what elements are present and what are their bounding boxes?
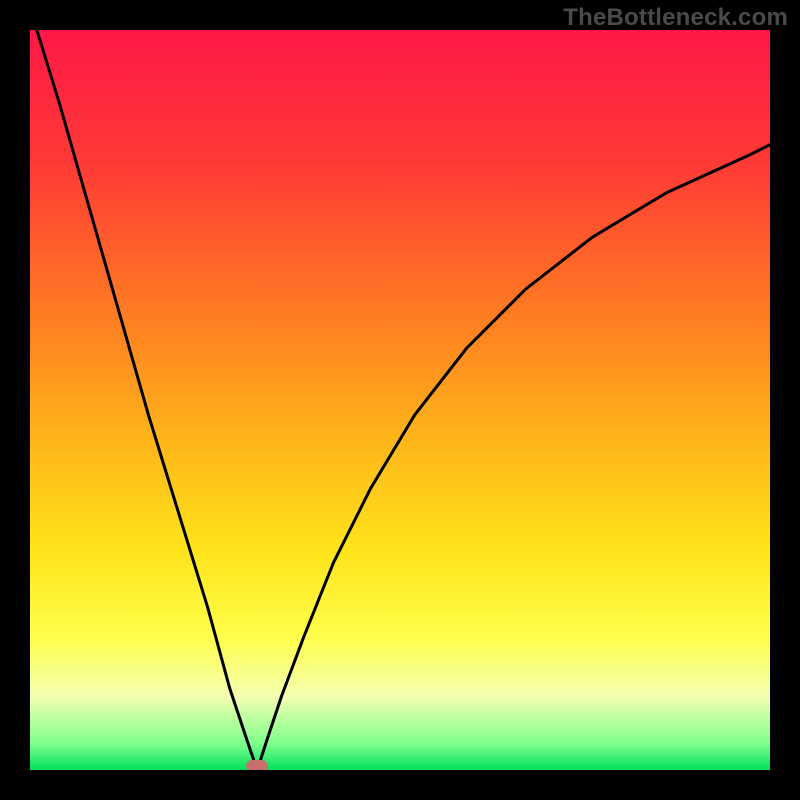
plot-svg: [30, 30, 770, 770]
min-marker: [246, 760, 268, 770]
gradient-background: [30, 30, 770, 770]
plot-area: [30, 30, 770, 770]
chart-frame: TheBottleneck.com: [0, 0, 800, 800]
watermark-text: TheBottleneck.com: [563, 4, 788, 32]
